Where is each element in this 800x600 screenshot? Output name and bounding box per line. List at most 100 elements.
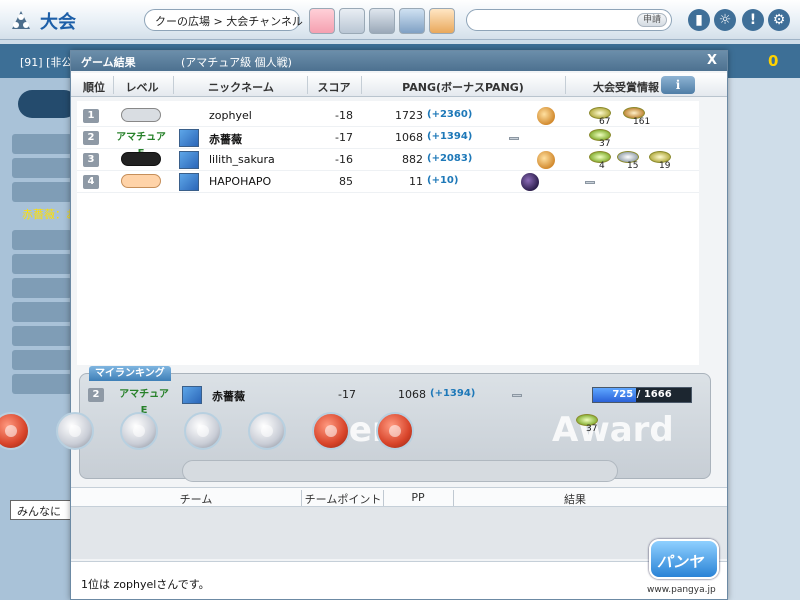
- bonus-pang: (+2083): [427, 153, 473, 164]
- logo-text: パンヤ: [657, 553, 703, 571]
- pang-coin-silver[interactable]: [248, 412, 286, 450]
- award-count: 15: [627, 161, 639, 171]
- tournament-icon: [12, 11, 30, 29]
- pang-coin-silver[interactable]: [184, 412, 222, 450]
- award-info-button[interactable]: i: [661, 76, 695, 94]
- result-row[interactable]: 4 HAPOHAPO 85 11 (+10): [77, 171, 699, 193]
- col-divider: [565, 76, 566, 94]
- dark-pair-icon: [121, 152, 161, 166]
- pangya-logo: パンヤ: [649, 539, 719, 579]
- left-row-4[interactable]: [12, 230, 72, 250]
- breadcrumb[interactable]: クーの広場 > 大会チャンネル: [144, 9, 303, 31]
- friend-avatar-5[interactable]: [429, 8, 455, 34]
- modal-titlebar[interactable]: ゲーム結果 (アマチュア級 個人戦) X: [71, 51, 727, 71]
- phone-icon[interactable]: ▮: [688, 9, 710, 31]
- pang-coin-red[interactable]: [312, 412, 350, 450]
- left-row-5[interactable]: [12, 254, 72, 274]
- my-ranking-tab[interactable]: マイランキング: [89, 366, 171, 381]
- chat-target-select[interactable]: みんなに: [10, 500, 72, 520]
- wings-icon: [121, 108, 161, 122]
- award-item: 37: [589, 129, 613, 149]
- award-count: 37: [599, 139, 611, 149]
- col-result: 結果: [564, 493, 586, 506]
- result-row[interactable]: 1 zophyel -18 1723 (+2360) 67 161: [77, 105, 699, 127]
- request-search-box[interactable]: 申請: [466, 9, 672, 31]
- award-count: 19: [659, 161, 671, 171]
- points-counter: 0: [768, 52, 779, 70]
- request-button[interactable]: 申請: [637, 13, 667, 27]
- left-toggle[interactable]: [18, 90, 78, 118]
- left-row-6[interactable]: [12, 278, 72, 298]
- level-cell: アマチュアE: [116, 387, 172, 416]
- no-item-dash: [509, 137, 519, 140]
- level-cell: [113, 174, 169, 190]
- close-icon[interactable]: X: [707, 53, 717, 68]
- score: -17: [338, 388, 356, 401]
- no-item-dash: [512, 394, 522, 397]
- col-divider: [301, 490, 302, 506]
- left-row-3[interactable]: [12, 182, 72, 202]
- result-table: 1 zophyel -18 1723 (+2360) 67 161 2 アマチュ…: [77, 101, 699, 365]
- pang: 1068: [398, 388, 426, 401]
- award-item: 161: [623, 107, 650, 127]
- col-team: チーム: [179, 493, 213, 506]
- left-row-9[interactable]: [12, 350, 72, 370]
- friend-avatar-1[interactable]: [309, 8, 335, 34]
- users-gear-icon[interactable]: ☼: [714, 9, 736, 31]
- guild-emblem-icon: [182, 386, 202, 404]
- left-row-2[interactable]: [12, 158, 72, 178]
- room-label: [91] [非公: [20, 56, 73, 69]
- modal-subtitle: (アマチュア級 個人戦): [181, 56, 292, 69]
- rank-badge: 2: [88, 388, 104, 402]
- game-result-window: ゲーム結果 (アマチュア級 個人戦) X 順位 レベル ニックネーム スコア P…: [70, 50, 728, 600]
- left-row-7[interactable]: [12, 302, 72, 322]
- nickname: 赤薔薇: [212, 390, 245, 403]
- col-divider: [307, 76, 308, 94]
- nickname: 赤薔薇: [209, 133, 242, 146]
- ghost-icon: [521, 173, 539, 191]
- award-count: 67: [599, 117, 611, 127]
- chat-message-preview: 赤薔薇：お: [22, 208, 77, 221]
- experience-progress-bar: 725 / 1666: [592, 387, 692, 403]
- no-award-dash: [585, 181, 595, 184]
- pang-coin-red[interactable]: [376, 412, 414, 450]
- score: -17: [335, 131, 353, 144]
- pang: 882: [402, 153, 423, 166]
- bonus-pang: (+1394): [430, 388, 476, 399]
- pang: 1723: [395, 109, 423, 122]
- result-row[interactable]: 2 アマチュアE 赤薔薇 -17 1068 (+1394) 37: [77, 127, 699, 159]
- col-divider: [453, 490, 454, 506]
- bonus-pang: (+1394): [427, 131, 473, 142]
- level-cell: [113, 152, 169, 168]
- award-item: 37: [576, 414, 600, 434]
- nickname: zophyel: [209, 109, 252, 122]
- status-message: 1位は zophyelさんです。: [81, 578, 210, 591]
- guild-emblem-icon: [179, 173, 199, 191]
- friend-avatar-2[interactable]: [339, 8, 365, 34]
- result-row[interactable]: 3 lilith_sakura -16 882 (+2083) 4 15 19: [77, 149, 699, 171]
- settings-gear-icon[interactable]: ⚙: [768, 9, 790, 31]
- left-row-10[interactable]: [12, 374, 72, 394]
- left-row-1[interactable]: [12, 134, 72, 154]
- pang-coin-silver[interactable]: [56, 412, 94, 450]
- col-score: スコア: [317, 81, 351, 94]
- coin-scrollbar[interactable]: [182, 460, 618, 482]
- team-table-body: [71, 507, 727, 559]
- my-ranking-row: 2 アマチュアE 赤薔薇 -17 1068 (+1394) 725 / 1666: [88, 384, 708, 416]
- rank-badge: 2: [83, 131, 99, 145]
- friend-avatar-4[interactable]: [399, 8, 425, 34]
- alert-icon[interactable]: !: [742, 9, 764, 31]
- status-bar: 1位は zophyelさんです。: [71, 561, 727, 599]
- app-title: 大会: [40, 12, 76, 33]
- result-table-header: 順位 レベル ニックネーム スコア PANG(ボーナスPANG) 大会受賞情報 …: [71, 73, 727, 97]
- award-item: 15: [617, 151, 641, 171]
- pang-coin-silver[interactable]: [120, 412, 158, 450]
- left-row-8[interactable]: [12, 326, 72, 346]
- golfer-icon: [537, 151, 555, 169]
- col-level: レベル: [125, 81, 159, 94]
- col-divider: [113, 76, 114, 94]
- nickname: lilith_sakura: [209, 153, 275, 166]
- col-nickname: ニックネーム: [208, 81, 274, 94]
- friend-avatar-3[interactable]: [369, 8, 395, 34]
- score: -16: [335, 153, 353, 166]
